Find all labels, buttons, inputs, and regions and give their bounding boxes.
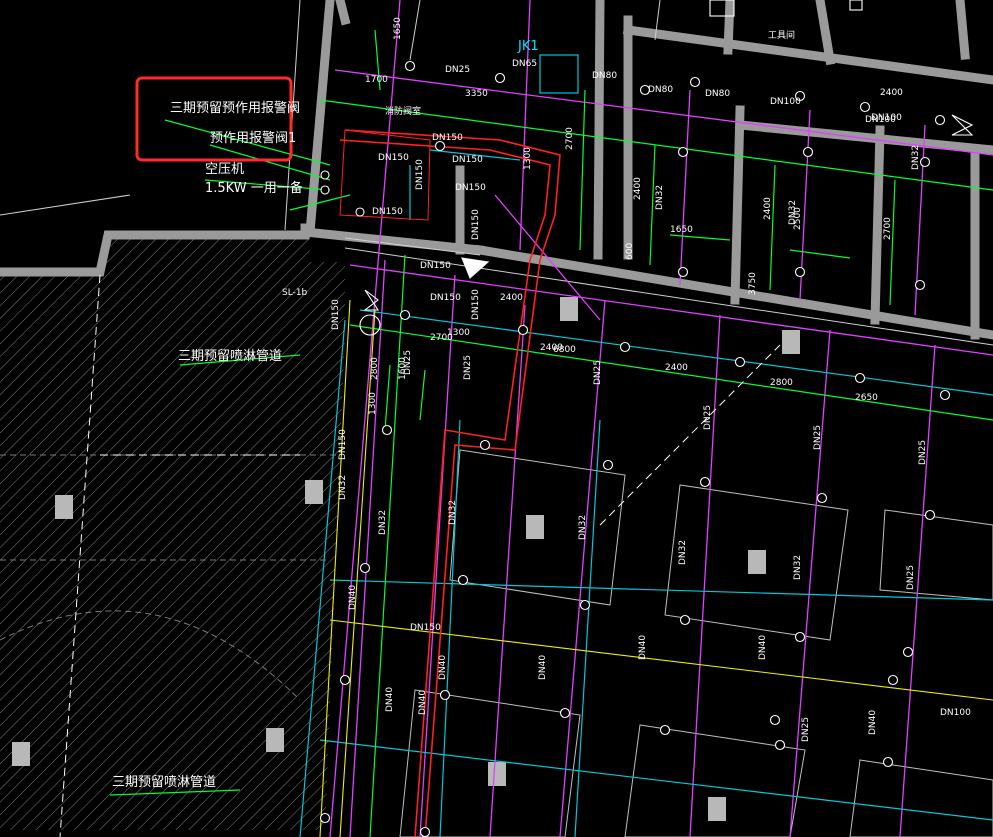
pipe-size-label: DN25 — [801, 717, 811, 742]
dimension-label: 2400 — [880, 88, 903, 98]
dimension-label: 2650 — [855, 393, 878, 403]
pipe-size-label: DN32 — [678, 540, 688, 565]
pipe-size-label: DN150 — [338, 429, 348, 460]
compressor-spec-label: 1.5KW 一用一备 — [205, 180, 303, 196]
room-label-2: 工具间 — [768, 29, 795, 41]
pipe-size-label: DN25 — [463, 355, 473, 380]
pipe-size-label: DN32 — [578, 515, 588, 540]
pipe-size-label: DN40 — [418, 690, 428, 715]
pipe-size-label: DN65 — [512, 59, 537, 69]
dimension-label: 1700 — [365, 75, 388, 85]
dimension-label: 1650 — [393, 17, 403, 40]
dimension-label: 1600 — [398, 357, 408, 380]
dimension-labels: 1650 1700 3350 1300 2700 2400 2500 1650 2400 2700… — [365, 17, 903, 415]
pipe-size-label: DN40 — [348, 585, 358, 610]
pipe-size-label: DN150 — [471, 209, 481, 240]
pipe-size-label: DN32 — [378, 510, 388, 535]
pipe-size-label: DN25 — [813, 425, 823, 450]
pipe-size-label: DN80 — [592, 71, 617, 81]
pipe-size-label: DN150 — [372, 207, 403, 217]
phase3-sprinkler-label-1: 三期预留喷淋管道 — [178, 349, 282, 364]
dimension-label: 6800 — [553, 345, 576, 355]
dimension-label: 1300 — [368, 392, 378, 415]
cyan-pipes — [299, 54, 993, 837]
sl-tag-label: SL-1b — [282, 288, 308, 298]
pipe-size-label: DN150 — [410, 623, 441, 633]
highlight-label-2: 预作用报警阀1 — [210, 130, 296, 146]
dimension-label: 3750 — [748, 272, 758, 295]
jk1-label: JK1 — [517, 39, 539, 54]
pipe-size-label: DN40 — [758, 635, 768, 660]
pipe-size-label: DN80 — [648, 85, 673, 95]
dimension-label: 600 — [625, 243, 635, 260]
compressor-label: 空压机 — [205, 162, 244, 177]
pipe-size-label: DN40 — [638, 635, 648, 660]
pipe-size-label: DN40 — [385, 687, 395, 712]
pipe-size-label: DN32 — [448, 500, 458, 525]
dimension-label: 2500 — [793, 207, 803, 230]
dimension-label: 2400 — [633, 177, 643, 200]
magenta-pipes — [329, 0, 993, 837]
dimension-label: 1650 — [670, 225, 693, 235]
dimension-label: 2700 — [565, 127, 575, 150]
pipe-size-label: DN150 — [455, 183, 486, 193]
dimension-label: 2400 — [665, 363, 688, 373]
pipe-size-label: DN150 — [430, 293, 461, 303]
pipe-size-label: DN150 — [415, 159, 425, 190]
room-label-1: 消防阀室 — [385, 105, 421, 117]
pipe-size-label: DN80 — [705, 89, 730, 99]
pipe-size-label: DN25 — [918, 440, 928, 465]
dimension-label: 2800 — [370, 357, 380, 380]
pipe-size-label: DN32 — [655, 185, 665, 210]
pipe-size-label: DN100 — [871, 113, 902, 123]
pipe-size-label: DN100 — [770, 97, 801, 107]
dimension-label: 2700 — [883, 217, 893, 240]
pipe-size-label: DN150 — [432, 133, 463, 143]
pipe-size-label: DN40 — [438, 655, 448, 680]
phase3-sprinkler-label-2: 三期预留喷淋管道 — [112, 775, 216, 790]
dimension-label: 2700 — [430, 333, 453, 343]
pipe-size-label: DN150 — [452, 155, 483, 165]
pipe-size-label: DN25 — [593, 360, 603, 385]
pipe-size-label: DN32 — [338, 475, 348, 500]
pipe-size-label: DN100 — [940, 708, 971, 718]
hatched-reserved-area — [0, 232, 345, 830]
pipe-size-label: DN25 — [906, 565, 916, 590]
dimension-label: 1300 — [523, 147, 533, 170]
dimension-label: 2400 — [763, 197, 773, 220]
pipe-size-label: DN150 — [420, 261, 451, 271]
dimension-label: 3350 — [465, 89, 488, 99]
dimension-label: 2800 — [770, 378, 793, 388]
highlight-label-1: 三期预留预作用报警阀 — [170, 100, 300, 116]
pipe-size-label: DN150 — [331, 299, 341, 330]
pipe-size-label: DN25 — [703, 405, 713, 430]
dimension-label: 2400 — [500, 293, 523, 303]
pipe-size-label: DN40 — [868, 710, 878, 735]
pipe-size-label: DN40 — [538, 655, 548, 680]
cad-drawing-canvas: 三期预留预作用报警阀 预作用报警阀1 空压机 1.5KW 一用一备 三期预留喷淋… — [0, 0, 993, 837]
pipe-size-label: DN25 — [445, 65, 470, 75]
pipe-size-label: DN32 — [793, 555, 803, 580]
pipe-size-label: DN150 — [378, 153, 409, 163]
pipe-size-label: DN32 — [911, 145, 921, 170]
pipe-size-label: DN150 — [471, 289, 481, 320]
